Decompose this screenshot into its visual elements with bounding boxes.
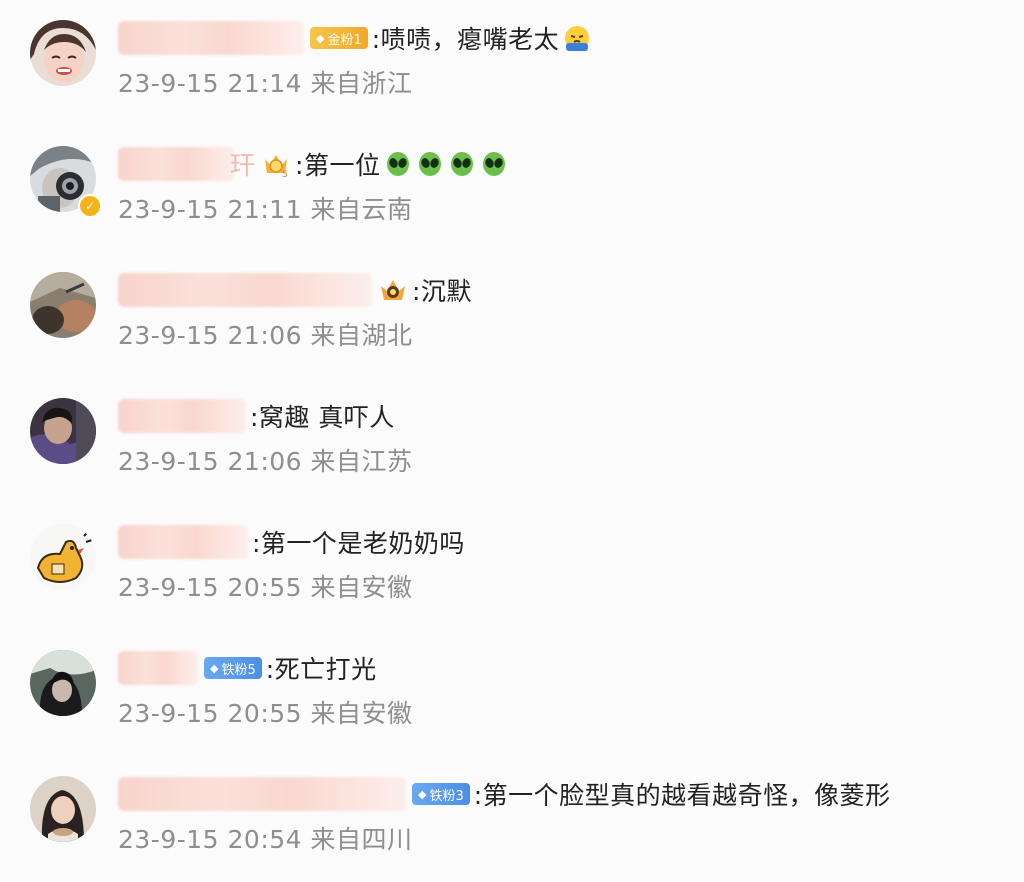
blurred-username[interactable] (118, 651, 198, 685)
comment-text: :第一位 (295, 151, 381, 180)
comment-item: :第一个是老奶奶吗 23-9-15 20:55 来自安徽 (0, 504, 1024, 630)
location: 来自浙江 (310, 69, 413, 98)
comment-item: :窝趣 真吓人 23-9-15 21:06 来自江苏 (0, 378, 1024, 504)
comment-item: ◆ 铁粉5 :死亡打光 23-9-15 20:55 来自安徽 (0, 630, 1024, 756)
comment-text: :窝趣 真吓人 (250, 403, 395, 432)
pouting-face-icon (565, 26, 590, 51)
svg-text:5: 5 (282, 170, 288, 179)
alien-icon (483, 152, 506, 176)
avatar[interactable] (30, 524, 96, 590)
badge-icon: ◆ (316, 31, 325, 45)
comment-meta: 23-9-15 21:11 来自云南 (118, 190, 413, 226)
comment-item: :沉默 23-9-15 21:06 来自湖北 (0, 252, 1024, 378)
comment-item: ◆ 金粉1 :啧啧，瘪嘴老太 23-9-15 21:14 来自浙江 (0, 0, 1024, 126)
comment-meta: 23-9-15 21:14 来自浙江 (118, 64, 413, 100)
timestamp: 23-9-15 21:06 (118, 321, 303, 350)
timestamp: 23-9-15 20:54 (118, 825, 303, 854)
comment-text: :啧啧，瘪嘴老太 (371, 25, 560, 54)
comment-meta: 23-9-15 21:06 来自江苏 (118, 442, 413, 478)
crown-badge-icon[interactable]: 5 (261, 149, 291, 179)
comment-meta: 23-9-15 20:54 来自四川 (118, 820, 413, 856)
fan-badge[interactable]: ◆ 铁粉3 (412, 783, 470, 805)
timestamp: 23-9-15 21:06 (118, 447, 303, 476)
comment-text: :第一个是老奶奶吗 (252, 529, 465, 558)
comment-text: :沉默 (412, 277, 472, 306)
blurred-username[interactable] (118, 777, 406, 811)
timestamp: 23-9-15 20:55 (118, 573, 303, 602)
timestamp: 23-9-15 21:11 (118, 195, 303, 224)
comment-meta: 23-9-15 20:55 来自安徽 (118, 568, 413, 604)
timestamp: 23-9-15 20:55 (118, 699, 303, 728)
location: 来自安徽 (310, 699, 413, 728)
blurred-username[interactable] (118, 399, 246, 433)
badge-icon: ◆ (418, 787, 427, 801)
badge-icon: ◆ (210, 661, 219, 675)
location: 来自江苏 (310, 447, 413, 476)
avatar[interactable] (30, 272, 96, 338)
comment-item: ◆ 铁粉3 :第一个脸型真的越看越奇怪，像菱形 23-9-15 20:54 来自… (0, 756, 1024, 882)
blurred-username[interactable] (118, 273, 372, 307)
comment-meta: 23-9-15 21:06 来自湖北 (118, 316, 413, 352)
avatar[interactable] (30, 398, 96, 464)
fan-badge[interactable]: ◆ 铁粉5 (204, 657, 262, 679)
alien-icon (419, 152, 442, 176)
blurred-username[interactable] (118, 21, 304, 55)
location: 来自安徽 (310, 573, 413, 602)
blurred-username[interactable] (118, 147, 234, 181)
blurred-username[interactable] (118, 525, 248, 559)
comment-meta: 23-9-15 20:55 来自安徽 (118, 694, 413, 730)
crown-badge-icon[interactable] (378, 275, 408, 305)
avatar[interactable] (30, 20, 96, 86)
verified-icon: ✓ (78, 194, 102, 218)
fan-badge[interactable]: ◆ 金粉1 (310, 27, 368, 49)
username-visible-char: 玕 (230, 151, 256, 180)
avatar[interactable] (30, 776, 96, 842)
comment-text: :死亡打光 (265, 655, 377, 684)
timestamp: 23-9-15 21:14 (118, 69, 303, 98)
avatar[interactable] (30, 650, 96, 716)
location: 来自湖北 (310, 321, 413, 350)
comment-text: :第一个脸型真的越看越奇怪，像菱形 (473, 781, 891, 810)
alien-icon (387, 152, 410, 176)
alien-icon (451, 152, 474, 176)
comment-item: ✓ 玕 5 :第一位 23-9-15 21:11 来自云南 (0, 126, 1024, 252)
location: 来自云南 (310, 195, 413, 224)
location: 来自四川 (310, 825, 413, 854)
